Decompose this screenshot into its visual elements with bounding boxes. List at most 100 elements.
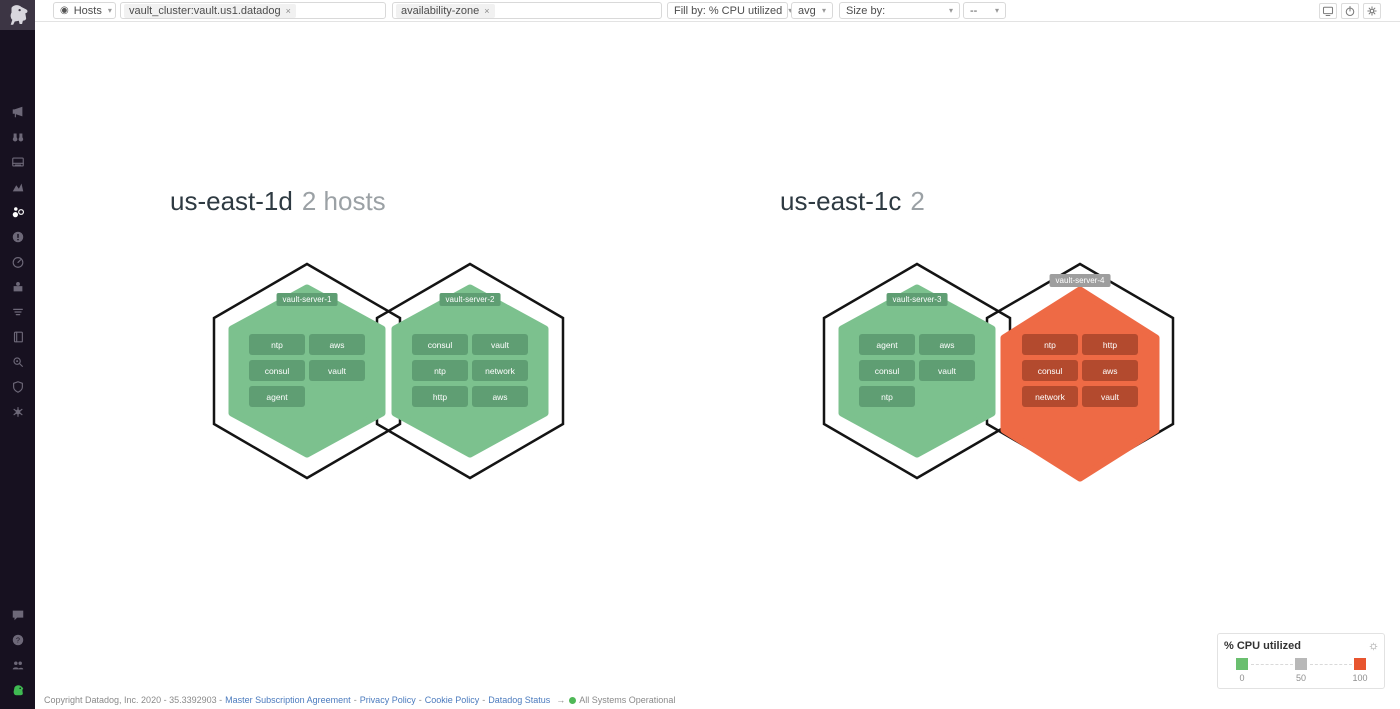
host-map-icon[interactable] bbox=[9, 203, 27, 221]
sidebar-nav bbox=[0, 30, 35, 421]
link-master-subscription-agreement[interactable]: Master Subscription Agreement bbox=[225, 695, 351, 705]
ci-bug-icon[interactable] bbox=[9, 403, 27, 421]
gear-icon[interactable] bbox=[1368, 639, 1379, 657]
filter-tag: availability-zone × bbox=[396, 4, 495, 18]
legend-value: 100 bbox=[1352, 673, 1367, 683]
filter-input-2[interactable]: availability-zone × bbox=[392, 2, 662, 19]
legend-connector bbox=[1310, 664, 1352, 665]
host-tag[interactable]: aws bbox=[309, 334, 365, 355]
legend-swatch-mid bbox=[1295, 658, 1307, 670]
help-icon[interactable]: ? bbox=[9, 631, 27, 649]
integrations-icon[interactable] bbox=[9, 278, 27, 296]
host-label[interactable]: vault-server-3 bbox=[887, 293, 948, 306]
host-tag[interactable]: agent bbox=[859, 334, 915, 355]
filter-tag: vault_cluster:vault.us1.datadog × bbox=[124, 4, 296, 18]
dashboards-icon[interactable] bbox=[9, 153, 27, 171]
legend-swatch-low bbox=[1236, 658, 1248, 670]
group-name: us-east-1c bbox=[780, 186, 901, 216]
size-by-select[interactable]: Size by: ▾ bbox=[839, 2, 960, 19]
size-value-select[interactable]: -- ▾ bbox=[963, 2, 1006, 19]
remove-filter-icon[interactable]: × bbox=[286, 6, 291, 16]
link-cookie-policy[interactable]: Cookie Policy bbox=[425, 695, 480, 705]
host-tag[interactable]: http bbox=[412, 386, 468, 407]
host-tag[interactable]: consul bbox=[249, 360, 305, 381]
host-tag[interactable]: aws bbox=[1082, 360, 1138, 381]
group-name: us-east-1d bbox=[170, 186, 293, 216]
footer-separator: - bbox=[354, 695, 357, 705]
host-tag[interactable]: http bbox=[1082, 334, 1138, 355]
sidebar: ? bbox=[0, 0, 35, 709]
filter-input-1[interactable]: vault_cluster:vault.us1.datadog × bbox=[120, 2, 386, 19]
host-tag[interactable]: consul bbox=[412, 334, 468, 355]
toolbar: ◉ Hosts ▾ vault_cluster:vault.us1.datado… bbox=[35, 0, 1400, 22]
host-tag[interactable]: vault bbox=[472, 334, 528, 355]
host-tag[interactable]: network bbox=[472, 360, 528, 381]
host-tag[interactable]: ntp bbox=[249, 334, 305, 355]
chevron-down-icon: ▾ bbox=[949, 6, 953, 15]
hex-group-us-east-1c: vault-server-3 vault-server-4 agent aws … bbox=[820, 258, 1180, 486]
host-tag[interactable]: ntp bbox=[859, 386, 915, 407]
host-map-canvas: us-east-1d 2 hosts us-east-1c 2 vault-serv… bbox=[35, 22, 1400, 691]
security-shield-icon[interactable] bbox=[9, 378, 27, 396]
announcements-icon[interactable] bbox=[9, 103, 27, 121]
power-refresh-icon[interactable] bbox=[1341, 3, 1359, 19]
group-host-count: 2 hosts bbox=[302, 186, 386, 216]
screenboard-monitor-icon[interactable] bbox=[1319, 3, 1337, 19]
apm-icon[interactable] bbox=[9, 253, 27, 271]
metrics-icon[interactable] bbox=[9, 178, 27, 196]
host-tag[interactable]: ntp bbox=[412, 360, 468, 381]
watchdog-icon[interactable] bbox=[9, 128, 27, 146]
host-tag[interactable]: ntp bbox=[1022, 334, 1078, 355]
host-tag[interactable]: vault bbox=[309, 360, 365, 381]
legend-cpu-utilized: % CPU utilized 0 50 100 bbox=[1217, 633, 1385, 689]
status-dog-icon[interactable] bbox=[9, 681, 27, 699]
legend-value: 0 bbox=[1239, 673, 1244, 683]
host-tag[interactable]: agent bbox=[249, 386, 305, 407]
link-privacy-policy[interactable]: Privacy Policy bbox=[360, 695, 416, 705]
chevron-down-icon: ▾ bbox=[108, 6, 112, 15]
host-tag[interactable]: consul bbox=[1022, 360, 1078, 381]
chat-icon[interactable] bbox=[9, 606, 27, 624]
users-icon[interactable] bbox=[9, 656, 27, 674]
hosts-mode-select[interactable]: ◉ Hosts ▾ bbox=[53, 2, 116, 19]
host-tag[interactable]: network bbox=[1022, 386, 1078, 407]
chevron-down-icon: ▾ bbox=[822, 6, 826, 15]
legend-scale: 0 50 100 bbox=[1224, 656, 1378, 686]
datadog-logo[interactable] bbox=[0, 0, 35, 30]
group-host-count: 2 bbox=[910, 186, 924, 216]
legend-connector bbox=[1251, 664, 1293, 665]
host-tag[interactable]: aws bbox=[919, 334, 975, 355]
sidebar-bottom-nav: ? bbox=[0, 606, 35, 709]
host-hexagon-vault-server-4[interactable] bbox=[1004, 290, 1156, 478]
link-datadog-status[interactable]: Datadog Status bbox=[488, 695, 550, 705]
host-tag[interactable]: aws bbox=[472, 386, 528, 407]
main-area: ◉ Hosts ▾ vault_cluster:vault.us1.datado… bbox=[35, 0, 1400, 709]
status-ok-dot bbox=[569, 697, 576, 704]
filter-tag-label: vault_cluster:vault.us1.datadog bbox=[129, 5, 281, 17]
svg-text:?: ? bbox=[16, 638, 20, 645]
host-label[interactable]: vault-server-1 bbox=[277, 293, 338, 306]
size-value-label: -- bbox=[970, 5, 977, 17]
monitors-icon[interactable] bbox=[9, 228, 27, 246]
synthetics-icon[interactable] bbox=[9, 353, 27, 371]
app-window: ? ◉ Hosts ▾ vault_cluster:vault.us1.data… bbox=[0, 0, 1400, 709]
host-label[interactable]: vault-server-2 bbox=[440, 293, 501, 306]
host-tag[interactable]: consul bbox=[859, 360, 915, 381]
group-title-us-east-1c: us-east-1c 2 bbox=[780, 186, 925, 217]
settings-gear-icon[interactable] bbox=[1363, 3, 1381, 19]
host-tag[interactable]: vault bbox=[919, 360, 975, 381]
group-title-us-east-1d: us-east-1d 2 hosts bbox=[170, 186, 386, 217]
arrow-icon: → bbox=[556, 695, 565, 705]
legend-swatch-high bbox=[1354, 658, 1366, 670]
logs-icon[interactable] bbox=[9, 303, 27, 321]
aggregation-select[interactable]: avg ▾ bbox=[791, 2, 833, 19]
fill-by-select[interactable]: Fill by: % CPU utilized ▾ bbox=[667, 2, 788, 19]
host-label[interactable]: vault-server-4 bbox=[1050, 274, 1111, 287]
legend-value: 50 bbox=[1296, 673, 1306, 683]
size-by-label: Size by: bbox=[846, 5, 885, 17]
datadog-dog-icon bbox=[5, 2, 31, 28]
remove-filter-icon[interactable]: × bbox=[484, 6, 489, 16]
legend-title: % CPU utilized bbox=[1224, 640, 1378, 652]
host-tag[interactable]: vault bbox=[1082, 386, 1138, 407]
notebooks-icon[interactable] bbox=[9, 328, 27, 346]
